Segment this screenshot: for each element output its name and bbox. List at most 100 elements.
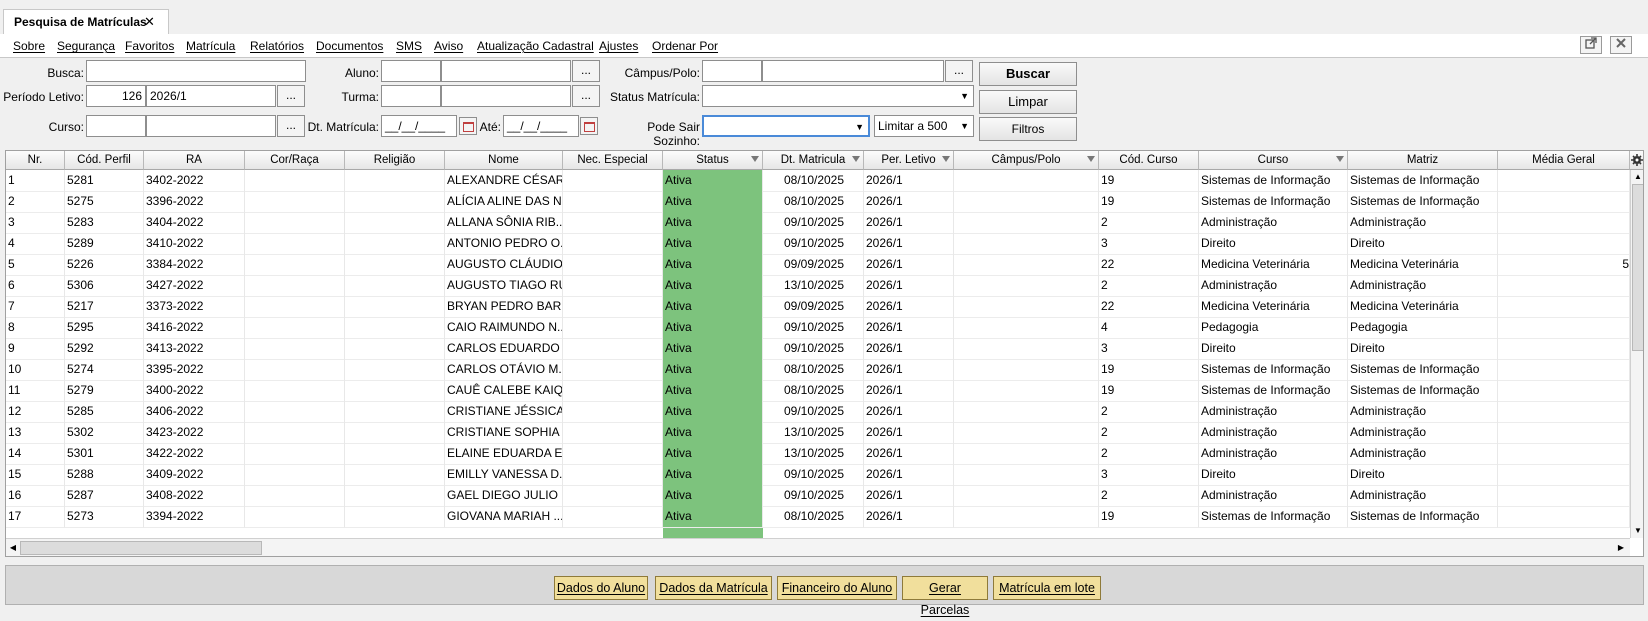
table-cell-per-letivo[interactable]: 2026/1: [864, 338, 954, 360]
table-cell-status[interactable]: Ativa: [663, 380, 763, 402]
table-cell-curso[interactable]: Administração: [1199, 443, 1348, 465]
table-cell-per-letivo[interactable]: 2026/1: [864, 212, 954, 234]
table-cell-religiao[interactable]: [345, 401, 445, 423]
table-row-cell[interactable]: 15: [6, 464, 65, 486]
table-cell-status[interactable]: Ativa: [663, 506, 763, 528]
table-cell-media-geral[interactable]: [1498, 191, 1630, 213]
menu-ajustes[interactable]: Ajustes: [599, 39, 638, 53]
table-cell-media-geral[interactable]: 5: [1498, 254, 1630, 276]
table-cell-cor-raca[interactable]: [245, 359, 345, 381]
table-row-cell[interactable]: 12: [6, 401, 65, 423]
table-cell-cod-perfil[interactable]: 5226: [65, 254, 144, 276]
table-row-cell[interactable]: 13: [6, 422, 65, 444]
table-cell-ra[interactable]: 3423-2022: [144, 422, 245, 444]
table-cell-religiao[interactable]: [345, 380, 445, 402]
table-cell-cor-raca[interactable]: [245, 506, 345, 528]
table-cell-curso[interactable]: Direito: [1199, 233, 1348, 255]
table-cell-status[interactable]: Ativa: [663, 233, 763, 255]
table-cell-per-letivo[interactable]: 2026/1: [864, 464, 954, 486]
table-cell-nec-especial[interactable]: [563, 191, 663, 213]
table-cell-status[interactable]: Ativa: [663, 317, 763, 339]
table-cell-ra[interactable]: 3384-2022: [144, 254, 245, 276]
table-cell-per-letivo[interactable]: 2026/1: [864, 191, 954, 213]
column-header-nec-especial[interactable]: Nec. Especial: [563, 151, 663, 170]
table-cell-nome[interactable]: ANTONIO PEDRO O...: [445, 233, 563, 255]
table-cell-matriz[interactable]: Administração: [1348, 212, 1498, 234]
table-cell-media-geral[interactable]: [1498, 464, 1630, 486]
table-cell-dt-matricula[interactable]: 08/10/2025: [763, 191, 864, 213]
turma-name-input[interactable]: [441, 85, 571, 107]
table-cell-per-letivo[interactable]: 2026/1: [864, 317, 954, 339]
table-cell-campus-polo[interactable]: [954, 233, 1099, 255]
status-matricula-select[interactable]: ▼: [702, 85, 974, 107]
table-cell-dt-matricula[interactable]: 09/10/2025: [763, 401, 864, 423]
table-cell-curso[interactable]: Sistemas de Informação: [1199, 506, 1348, 528]
table-cell-matriz[interactable]: Administração: [1348, 443, 1498, 465]
table-cell-cor-raca[interactable]: [245, 443, 345, 465]
table-cell-nome[interactable]: CARLOS EDUARDO J...: [445, 338, 563, 360]
table-cell-matriz[interactable]: Direito: [1348, 338, 1498, 360]
matricula-em-lote-button[interactable]: Matrícula em lote: [993, 576, 1101, 600]
column-header-curso[interactable]: Curso: [1199, 151, 1348, 170]
table-cell-per-letivo[interactable]: 2026/1: [864, 233, 954, 255]
table-cell-media-geral[interactable]: [1498, 317, 1630, 339]
table-cell-ra[interactable]: 3394-2022: [144, 506, 245, 528]
table-cell-nome[interactable]: EMILLY VANESSA D...: [445, 464, 563, 486]
table-cell-nome[interactable]: BRYAN PEDRO BAR...: [445, 296, 563, 318]
table-cell-ra[interactable]: 3427-2022: [144, 275, 245, 297]
table-cell-nec-especial[interactable]: [563, 422, 663, 444]
table-cell-religiao[interactable]: [345, 485, 445, 507]
limpar-button[interactable]: Limpar: [979, 90, 1077, 114]
periodo-lookup-button[interactable]: ...: [277, 85, 305, 107]
menu-favoritos[interactable]: Favoritos: [125, 39, 174, 53]
table-cell-ra[interactable]: 3373-2022: [144, 296, 245, 318]
table-cell-nome[interactable]: AUGUSTO CLÁUDIO...: [445, 254, 563, 276]
table-cell-nec-especial[interactable]: [563, 464, 663, 486]
table-cell-religiao[interactable]: [345, 317, 445, 339]
table-cell-dt-matricula[interactable]: 13/10/2025: [763, 443, 864, 465]
table-cell-media-geral[interactable]: [1498, 338, 1630, 360]
table-cell-religiao[interactable]: [345, 254, 445, 276]
table-cell-media-geral[interactable]: [1498, 422, 1630, 444]
table-cell-ra[interactable]: 3402-2022: [144, 170, 245, 192]
table-cell-curso[interactable]: Medicina Veterinária: [1199, 254, 1348, 276]
table-cell-per-letivo[interactable]: 2026/1: [864, 401, 954, 423]
table-cell-nec-especial[interactable]: [563, 359, 663, 381]
scroll-thumb[interactable]: [1632, 184, 1643, 351]
filter-icon[interactable]: [751, 156, 759, 162]
table-cell-per-letivo[interactable]: 2026/1: [864, 443, 954, 465]
table-cell-cod-curso[interactable]: 3: [1099, 233, 1199, 255]
table-cell-matriz[interactable]: Sistemas de Informação: [1348, 359, 1498, 381]
table-cell-curso[interactable]: Administração: [1199, 275, 1348, 297]
scroll-right-icon[interactable]: ▶: [1614, 539, 1628, 556]
column-header-campus-polo[interactable]: Câmpus/Polo: [954, 151, 1099, 170]
table-cell-cor-raca[interactable]: [245, 401, 345, 423]
table-row-cell[interactable]: 2: [6, 191, 65, 213]
table-cell-campus-polo[interactable]: [954, 464, 1099, 486]
table-cell-nec-especial[interactable]: [563, 317, 663, 339]
table-cell-matriz[interactable]: Administração: [1348, 275, 1498, 297]
table-cell-campus-polo[interactable]: [954, 443, 1099, 465]
table-row-cell[interactable]: 4: [6, 233, 65, 255]
table-cell-cod-curso[interactable]: 4: [1099, 317, 1199, 339]
column-header-status[interactable]: Status: [663, 151, 763, 170]
vertical-scrollbar[interactable]: ▲ ▼: [1630, 170, 1643, 538]
scroll-up-icon[interactable]: ▲: [1631, 170, 1643, 184]
table-cell-status[interactable]: Ativa: [663, 485, 763, 507]
table-cell-per-letivo[interactable]: 2026/1: [864, 359, 954, 381]
table-cell-campus-polo[interactable]: [954, 254, 1099, 276]
table-cell-cod-curso[interactable]: 3: [1099, 338, 1199, 360]
table-cell-dt-matricula[interactable]: 09/10/2025: [763, 485, 864, 507]
table-cell-religiao[interactable]: [345, 422, 445, 444]
table-cell-matriz[interactable]: Pedagogia: [1348, 317, 1498, 339]
campus-code-input[interactable]: [702, 60, 762, 82]
table-cell-matriz[interactable]: Medicina Veterinária: [1348, 254, 1498, 276]
table-cell-nome[interactable]: GIOVANA MARIAH ...: [445, 506, 563, 528]
table-cell-dt-matricula[interactable]: 09/09/2025: [763, 296, 864, 318]
table-cell-matriz[interactable]: Sistemas de Informação: [1348, 191, 1498, 213]
table-cell-campus-polo[interactable]: [954, 422, 1099, 444]
table-cell-media-geral[interactable]: [1498, 275, 1630, 297]
table-cell-cod-perfil[interactable]: 5217: [65, 296, 144, 318]
campus-name-input[interactable]: [762, 60, 944, 82]
table-cell-media-geral[interactable]: [1498, 359, 1630, 381]
